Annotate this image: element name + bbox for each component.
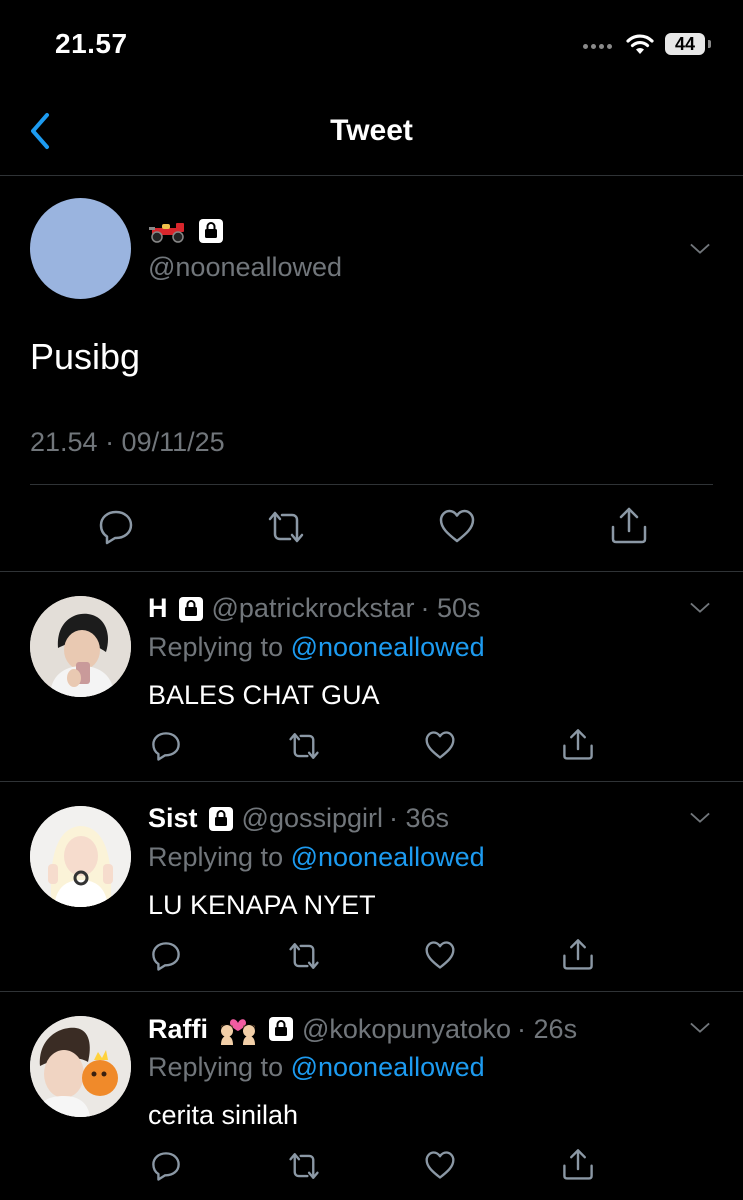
signal-dots-icon bbox=[583, 44, 612, 49]
lock-icon bbox=[208, 806, 233, 831]
chevron-down-icon[interactable] bbox=[690, 1022, 710, 1034]
reply-icon[interactable] bbox=[150, 940, 182, 972]
like-icon[interactable] bbox=[424, 1150, 456, 1180]
retweet-icon[interactable] bbox=[286, 1150, 322, 1182]
page-title: Tweet bbox=[330, 114, 413, 147]
main-tweet-timestamp: 21.54 · 09/11/25 bbox=[30, 427, 225, 457]
mention-link[interactable]: @nooneallowed bbox=[291, 632, 485, 662]
thread-divider bbox=[0, 571, 743, 572]
race-car-icon bbox=[149, 223, 184, 243]
tweet-divider bbox=[30, 484, 713, 485]
reply-divider bbox=[0, 781, 743, 782]
share-icon[interactable] bbox=[561, 1147, 595, 1181]
lock-icon bbox=[199, 219, 223, 243]
reply-author-handle[interactable]: @patrickrockstar bbox=[212, 593, 415, 624]
avatar[interactable] bbox=[30, 198, 131, 299]
reply-icon[interactable] bbox=[150, 1150, 182, 1182]
reply-author-name[interactable]: H bbox=[148, 593, 168, 624]
chevron-down-icon[interactable] bbox=[690, 602, 710, 614]
retweet-icon[interactable] bbox=[265, 508, 307, 546]
like-icon[interactable] bbox=[438, 508, 476, 544]
nav-divider bbox=[0, 175, 743, 176]
reply-text: cerita sinilah bbox=[148, 1100, 299, 1130]
mention-link[interactable]: @nooneallowed bbox=[291, 1052, 485, 1082]
replying-to: Replying to @nooneallowed bbox=[148, 842, 485, 872]
avatar[interactable] bbox=[30, 596, 131, 697]
reply-header[interactable]: Sist @gossipgirl · 36s bbox=[148, 803, 449, 834]
reply-author-name[interactable]: Sist bbox=[148, 803, 198, 834]
battery-tip bbox=[708, 40, 711, 48]
reply-time: · 50s bbox=[420, 593, 481, 623]
lock-icon bbox=[269, 1017, 293, 1041]
reply-header[interactable]: H @patrickrockstar · 50s bbox=[148, 593, 480, 624]
mention-link[interactable]: @nooneallowed bbox=[291, 842, 485, 872]
like-icon[interactable] bbox=[424, 940, 456, 970]
reply-time: · 26s bbox=[517, 1013, 578, 1044]
reply-header[interactable]: Raffi @kokopunyatoko · 26s bbox=[148, 1013, 577, 1045]
share-icon[interactable] bbox=[561, 937, 595, 971]
reply-text: BALES CHAT GUA bbox=[148, 680, 380, 710]
main-tweet-name[interactable] bbox=[148, 218, 224, 244]
wifi-icon bbox=[626, 34, 654, 54]
reply-icon[interactable] bbox=[150, 730, 182, 762]
reply-text: LU KENAPA NYET bbox=[148, 890, 376, 920]
reply-icon[interactable] bbox=[97, 508, 135, 546]
chevron-down-icon[interactable] bbox=[690, 243, 710, 255]
replying-to: Replying to @nooneallowed bbox=[148, 632, 485, 662]
chevron-down-icon[interactable] bbox=[690, 812, 710, 824]
lock-icon bbox=[178, 596, 203, 621]
retweet-icon[interactable] bbox=[286, 730, 322, 762]
replying-to: Replying to @nooneallowed bbox=[148, 1052, 485, 1082]
status-time: 21.57 bbox=[55, 28, 128, 59]
retweet-icon[interactable] bbox=[286, 940, 322, 972]
share-icon[interactable] bbox=[609, 505, 649, 545]
reply-time: · 36s bbox=[389, 803, 450, 833]
main-tweet-handle[interactable]: @nooneallowed bbox=[148, 252, 342, 283]
avatar[interactable] bbox=[30, 1016, 131, 1117]
reply-author-handle[interactable]: @gossipgirl bbox=[242, 803, 383, 834]
share-icon[interactable] bbox=[561, 727, 595, 761]
reply-author-name[interactable]: Raffi bbox=[148, 1014, 208, 1045]
main-tweet-text: Pusibg bbox=[30, 336, 141, 377]
like-icon[interactable] bbox=[424, 730, 456, 760]
couple-emoji-icon bbox=[221, 1019, 255, 1045]
reply-divider bbox=[0, 991, 743, 992]
avatar[interactable] bbox=[30, 806, 131, 907]
reply-author-handle[interactable]: @kokopunyatoko bbox=[302, 1014, 511, 1045]
battery-indicator: 44 bbox=[665, 33, 705, 55]
